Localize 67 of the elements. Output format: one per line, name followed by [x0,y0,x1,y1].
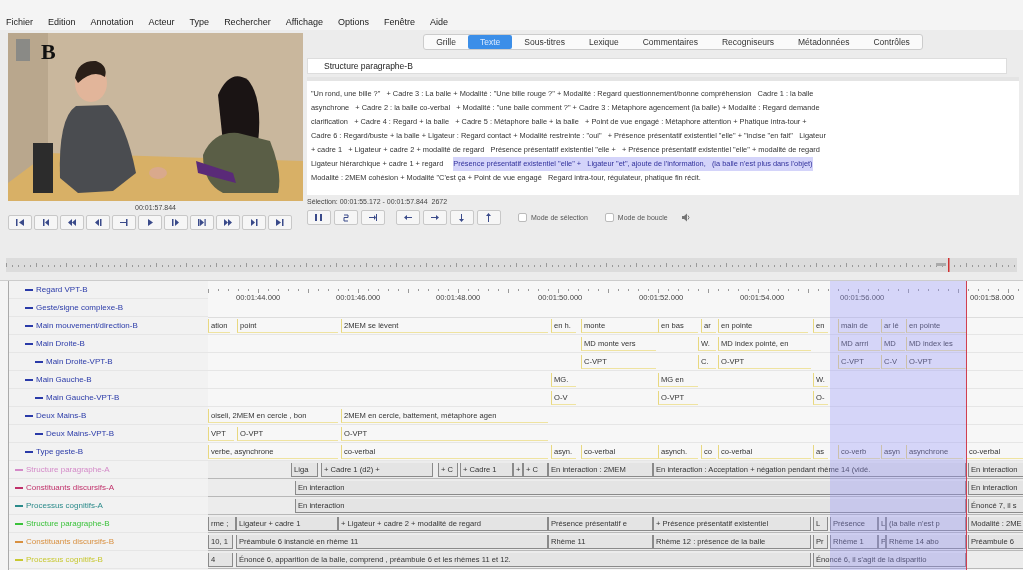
tier-label[interactable]: Deux Mains-VPT-B [46,429,115,438]
checkbox[interactable] [518,213,527,222]
rewind-icon [67,218,77,227]
menu-item[interactable]: Options [338,17,370,27]
arrow-right-icon [430,213,440,222]
player-button[interactable] [112,215,136,230]
menu-item[interactable]: Edition [48,17,76,27]
tab-right-icon [368,213,378,222]
tier-label[interactable]: Main Droite-B [36,339,85,348]
player-button[interactable] [8,215,32,230]
tab[interactable]: Grille [424,35,468,49]
player-button[interactable] [138,215,162,230]
tier-label[interactable]: Main Gauche-B [36,375,92,384]
menu-item[interactable]: Fenêtre [384,17,416,27]
menu-item[interactable]: Affichage [285,17,324,27]
player-button[interactable] [60,215,84,230]
player-button[interactable] [86,215,110,230]
player-button[interactable] [164,215,188,230]
menu-item[interactable]: Type [189,17,210,27]
tab[interactable]: Recogniseurs [710,35,786,49]
navigation-button[interactable] [307,210,331,225]
tier-label[interactable]: Type geste-B [36,447,84,456]
player-button[interactable] [268,215,292,230]
tier-label[interactable]: Processus cognitifs-A [26,501,103,510]
arrow-left-icon [403,213,413,222]
menu-item[interactable]: Rechercher [224,17,271,27]
step-back-icon [41,218,51,227]
navigation-button[interactable] [361,210,385,225]
player-button[interactable] [242,215,266,230]
tab[interactable]: Métadonnées [785,35,862,49]
player-button[interactable] [190,215,214,230]
tier-label[interactable]: Main Droite-VPT-B [46,357,113,366]
tier-label[interactable]: Main Gauche-VPT-B [46,393,120,402]
navigation-button[interactable] [477,210,501,225]
frame-forward-icon [197,218,207,227]
navigation-button[interactable] [423,210,447,225]
navigation-button[interactable] [396,210,420,225]
step-forward-icon [171,218,181,227]
player-button[interactable] [216,215,240,230]
skip-end-icon [275,218,285,227]
tab[interactable]: Lexique [576,35,631,49]
menu-item[interactable]: Fichier [6,17,33,27]
frame-back-icon [93,218,103,227]
tier-label[interactable]: Constituants discursifs-A [26,483,115,492]
arrow-down-icon [457,213,467,222]
tier-label[interactable]: Main mouvement/direction-B [36,321,138,330]
skip-start-icon [15,218,25,227]
menu-item[interactable]: Acteur [148,17,175,27]
step-end-icon [249,218,259,227]
tab[interactable]: Sous-titres [512,35,577,49]
arrow-up-icon [484,213,494,222]
tab[interactable]: Commentaires [630,35,710,49]
tier-label[interactable]: Regard VPT-B [36,285,88,294]
menu-item[interactable]: Aide [430,17,449,27]
figure-label: B [41,39,56,65]
player-button[interactable] [34,215,58,230]
navigation-button[interactable] [450,210,474,225]
menu-item[interactable]: Annotation [90,17,134,27]
back-icon [119,218,129,227]
tier-label[interactable]: Deux Mains-B [36,411,87,420]
tier-label[interactable]: Geste/signe complexe-B [36,303,124,312]
play-icon [145,218,155,227]
checkbox[interactable] [604,213,614,222]
speaker-icon [680,213,691,222]
forward-icon [223,218,233,227]
tab[interactable]: Contrôles [861,35,922,49]
tier-dropdown[interactable]: Structure paragraphe-B [307,58,1007,74]
